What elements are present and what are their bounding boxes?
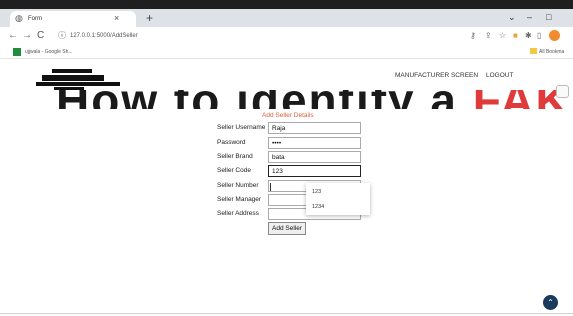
divider: [0, 313, 573, 314]
tab-title: Form: [28, 16, 42, 22]
nav-manufacturer-screen[interactable]: MANUFACTURER SCREEN: [395, 71, 478, 81]
label-seller-code: Seller Code: [217, 167, 251, 174]
seller-code-input[interactable]: [268, 165, 361, 177]
nav-logout[interactable]: LOGOUT: [486, 71, 513, 81]
label-seller-brand: Seller Brand: [217, 153, 253, 160]
forward-button[interactable]: →: [22, 30, 32, 42]
bookmarks-bar: [0, 46, 573, 59]
autocomplete-option[interactable]: 1234: [312, 202, 324, 212]
scroll-top-button[interactable]: ⌃: [543, 295, 558, 310]
globe-icon: ◍: [15, 13, 23, 23]
browser-tab[interactable]: ◍ Form ×: [10, 11, 136, 27]
close-tab-icon[interactable]: ×: [114, 13, 119, 23]
maximize-button[interactable]: □: [546, 11, 551, 23]
label-seller-address: Seller Address: [217, 210, 259, 217]
seller-username-input[interactable]: [268, 122, 361, 134]
label-seller-username: Seller Username: [217, 124, 266, 131]
password-input[interactable]: [268, 137, 361, 149]
star-icon[interactable]: ☆: [499, 29, 506, 43]
label-password: Password: [217, 139, 246, 146]
autocomplete-option[interactable]: 123: [312, 187, 321, 197]
puzzle-icon[interactable]: ✱: [525, 29, 532, 43]
sheets-icon: [13, 48, 21, 56]
all-bookmarks[interactable]: All Bookma: [539, 47, 564, 57]
window-frame: [0, 0, 573, 9]
text-cursor: [270, 183, 271, 191]
tab-search-icon[interactable]: ⌄: [508, 11, 516, 23]
minimize-button[interactable]: –: [527, 11, 532, 23]
autocomplete-dropdown: 123 1234: [306, 183, 370, 215]
extension-icon[interactable]: ■: [513, 29, 518, 43]
label-seller-number: Seller Number: [217, 182, 259, 189]
add-seller-button[interactable]: Add Seller: [268, 222, 306, 235]
site-header: How to identify a FAKE MANUFACTURER SCRE…: [0, 59, 573, 109]
profile-avatar[interactable]: [549, 30, 560, 41]
reload-button[interactable]: C: [37, 30, 44, 42]
label-seller-manager: Seller Manager: [217, 196, 262, 203]
brand-logo[interactable]: [34, 67, 120, 93]
address-bar[interactable]: ⓘ 127.0.0.1:5000/AddSeller: [58, 29, 458, 43]
seller-brand-input[interactable]: [268, 151, 361, 163]
form-title: Add Seller Details: [262, 112, 314, 119]
new-tab-button[interactable]: +: [146, 11, 153, 25]
address-url: 127.0.0.1:5000/AddSeller: [70, 33, 138, 39]
side-panel-icon[interactable]: [556, 85, 569, 98]
info-icon[interactable]: ⓘ: [58, 29, 66, 43]
chevron-up-icon: ⌃: [547, 298, 554, 307]
bookmark-item[interactable]: ujjwala - Google Sh...: [25, 47, 73, 57]
folder-icon: [530, 48, 537, 54]
back-button[interactable]: ←: [8, 30, 18, 42]
sidebar-icon[interactable]: ▯: [537, 29, 541, 43]
share-icon[interactable]: ⇪: [485, 29, 492, 43]
key-icon[interactable]: ⚷: [470, 29, 476, 43]
